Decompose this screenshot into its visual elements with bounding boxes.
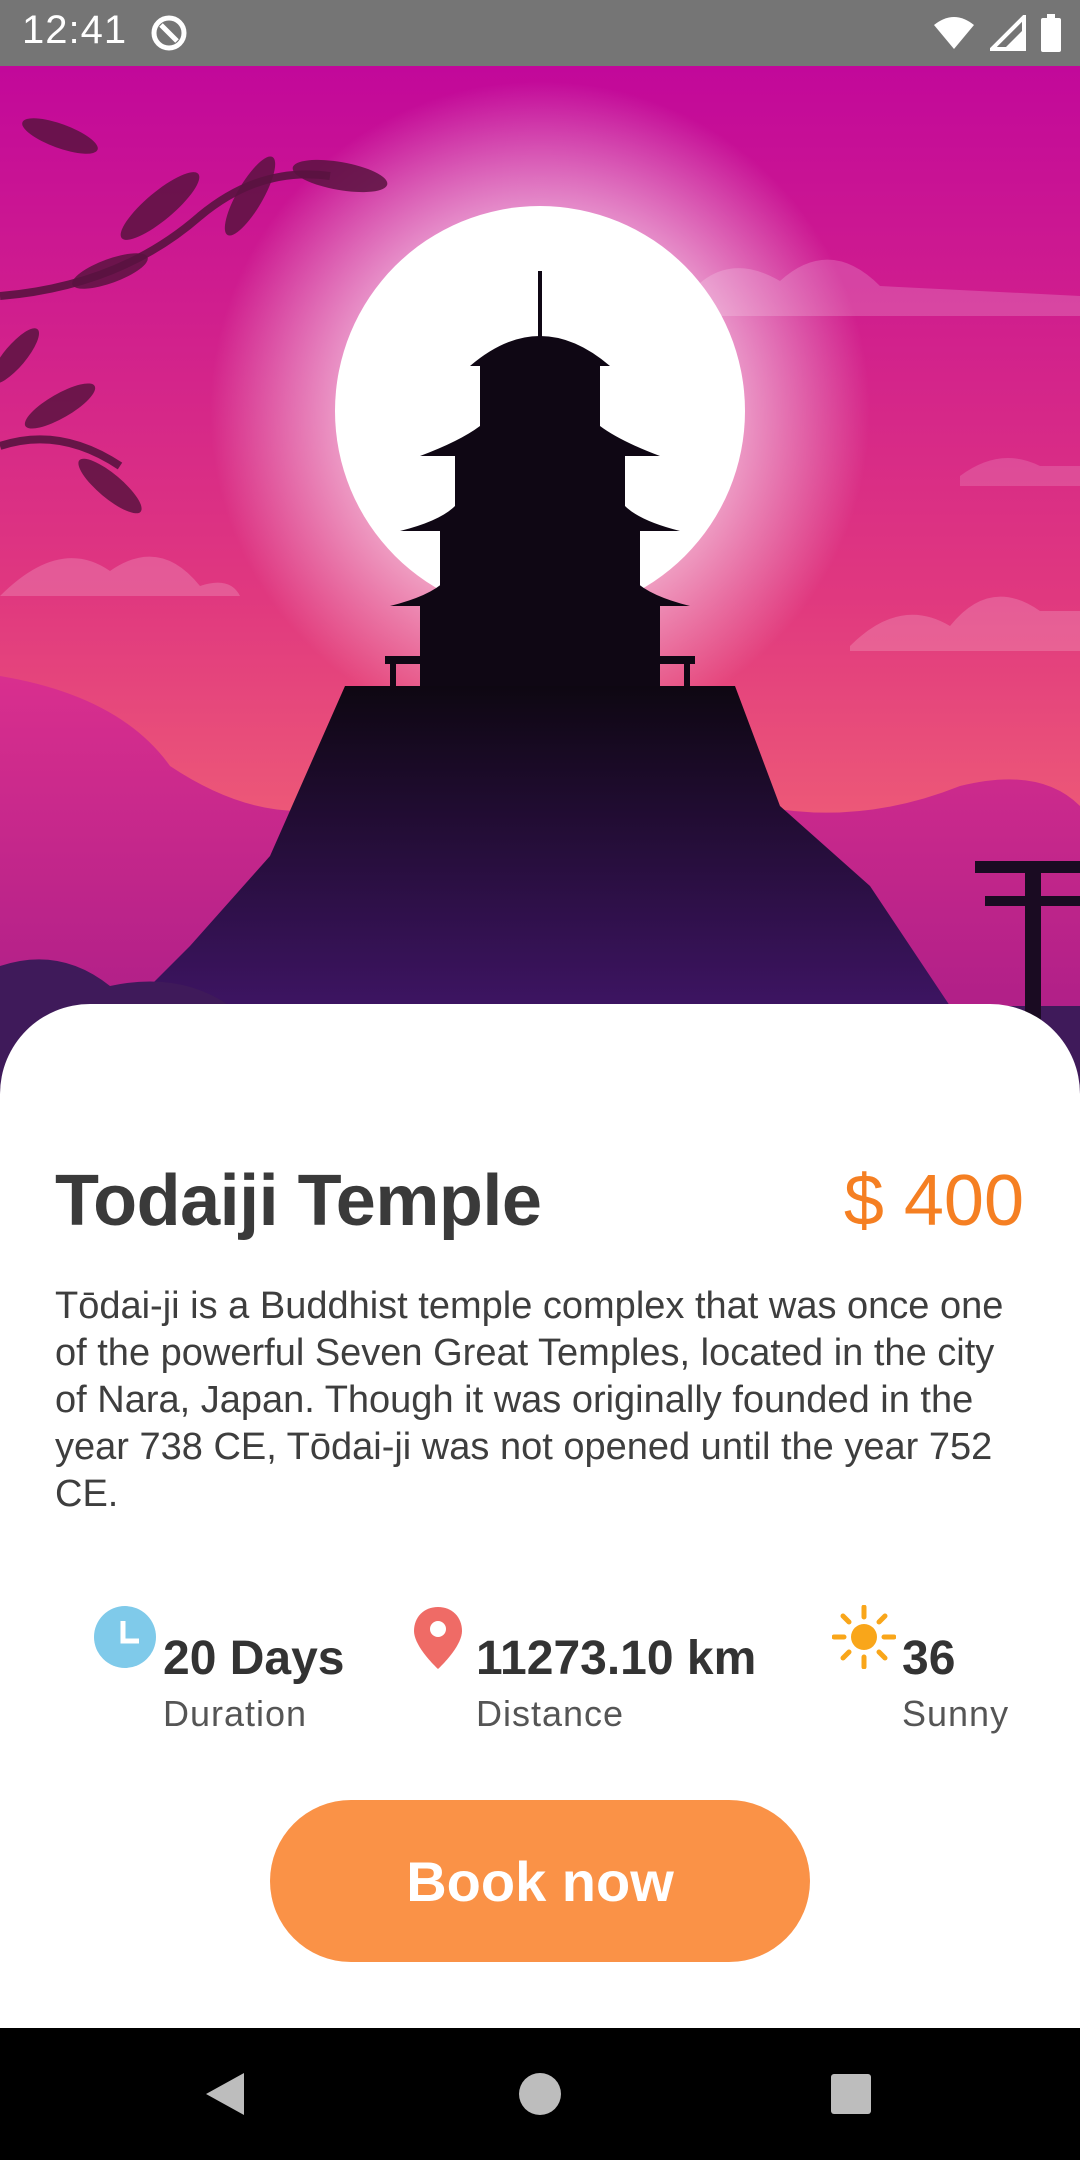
duration-label: Duration [163, 1693, 308, 1734]
distance-label: Distance [476, 1693, 625, 1734]
signal-icon [990, 15, 1026, 51]
destination-price: $ 400 [843, 1161, 1024, 1241]
stat-weather: 36 Sunny [832, 1605, 1032, 1745]
wifi-icon [934, 17, 974, 49]
stat-duration: 20 Days Duration [93, 1605, 353, 1745]
duration-value: 20 Days [163, 1632, 345, 1685]
sync-icon [151, 15, 187, 51]
location-pin-icon [414, 1607, 462, 1669]
weather-label: Sunny [902, 1693, 1010, 1734]
hero-image [0, 66, 1080, 1126]
recents-icon[interactable] [829, 2072, 873, 2116]
back-icon[interactable] [200, 2069, 250, 2119]
navigation-bar [0, 2028, 1080, 2160]
book-now-button[interactable]: Book now [270, 1800, 810, 1962]
clock-icon [94, 1606, 156, 1668]
battery-icon [1041, 14, 1061, 52]
weather-value: 36 [902, 1632, 956, 1685]
stat-distance: 11273.10 km Distance [412, 1605, 772, 1745]
destination-description: Tōdai-ji is a Buddhist temple complex th… [55, 1285, 1004, 1515]
status-time: 12:41 [22, 8, 128, 52]
home-icon[interactable] [518, 2072, 562, 2116]
status-bar: 12:41 [0, 0, 1080, 66]
distance-value: 11273.10 km [476, 1632, 757, 1685]
sun-icon [832, 1605, 896, 1669]
destination-title: Todaiji Temple [55, 1161, 542, 1241]
